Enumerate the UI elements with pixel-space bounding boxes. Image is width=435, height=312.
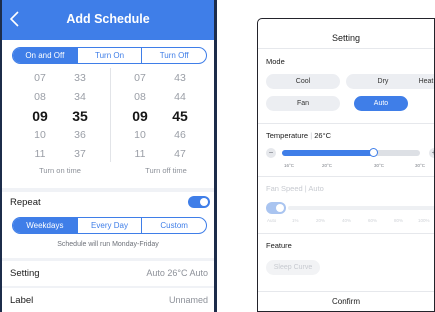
setting-row-label: Setting bbox=[10, 268, 40, 279]
divider bbox=[258, 123, 434, 124]
repeat-label: Repeat bbox=[10, 197, 41, 208]
picker-item: 47 bbox=[174, 148, 186, 160]
repeat-toggle[interactable] bbox=[188, 196, 210, 208]
picker-item: 36 bbox=[74, 129, 86, 141]
fan-speed-tick: 60% bbox=[368, 218, 378, 223]
picker-item: 08 bbox=[34, 91, 46, 103]
picker-item: 44 bbox=[174, 91, 186, 103]
fan-speed-tick: 100% bbox=[418, 218, 430, 223]
tab-turn-off[interactable]: Turn Off bbox=[141, 48, 206, 63]
temperature-slider[interactable] bbox=[282, 148, 420, 157]
picker-item: 07 bbox=[134, 72, 146, 84]
tab-every-day[interactable]: Every Day bbox=[76, 218, 142, 233]
sheet-title: Setting bbox=[331, 33, 361, 43]
confirm-button[interactable]: Confirm bbox=[258, 291, 434, 311]
turn-off-time-caption: Turn off time bbox=[145, 166, 187, 175]
schedule-mode-tabs: On and Off Turn On Turn Off bbox=[12, 47, 207, 64]
label-row-label: Label bbox=[10, 295, 34, 306]
picker-selected-item: 45 bbox=[172, 108, 188, 124]
picker-item: 10 bbox=[34, 129, 46, 141]
mode-label: Mode bbox=[266, 57, 285, 66]
fan-speed-value: Auto bbox=[308, 184, 324, 193]
picker-item: 11 bbox=[134, 148, 146, 160]
picker-item: 10 bbox=[134, 129, 146, 141]
picker-divider bbox=[110, 68, 111, 162]
label-separator: | bbox=[310, 131, 313, 140]
picker-item: 43 bbox=[174, 72, 186, 84]
setting-sheet: Setting Mode Cool Dry Heat Fan Auto Temp… bbox=[257, 18, 435, 312]
picker-selected-item: 09 bbox=[132, 108, 148, 124]
sleep-curve-button: Sleep Curve bbox=[266, 260, 320, 275]
fan-speed-tick: 40% bbox=[342, 218, 352, 223]
toggle-knob bbox=[200, 198, 208, 206]
temperature-plus-button[interactable]: + bbox=[429, 148, 434, 158]
on-minute-picker[interactable]: 33 34 35 36 37 bbox=[60, 69, 100, 164]
picker-item: 07 bbox=[34, 72, 46, 84]
temperature-tick: 20°C bbox=[322, 163, 333, 168]
picker-selected-item: 09 bbox=[32, 108, 48, 124]
tab-on-and-off[interactable]: On and Off bbox=[13, 48, 77, 63]
fan-speed-tick: 80% bbox=[394, 218, 404, 223]
temperature-label-text: Temperature bbox=[266, 131, 309, 140]
off-minute-picker[interactable]: 43 44 45 46 47 bbox=[160, 69, 200, 164]
temperature-label: Temperature | 26°C bbox=[266, 131, 331, 140]
add-schedule-screen: Add Schedule On and Off Turn On Turn Off… bbox=[0, 0, 217, 312]
fan-speed-tick: Auto bbox=[267, 218, 277, 223]
repeat-hint: Schedule will run Monday-Friday bbox=[57, 241, 159, 248]
label-row[interactable]: Label Unnamed bbox=[2, 288, 214, 312]
temperature-slider-thumb[interactable] bbox=[369, 148, 379, 157]
picker-item: 08 bbox=[134, 91, 146, 103]
divider bbox=[258, 233, 434, 234]
header-bar: Add Schedule bbox=[2, 0, 214, 40]
label-separator: | bbox=[304, 184, 307, 193]
picker-item: 33 bbox=[74, 72, 86, 84]
temperature-tick: 16°C bbox=[284, 163, 295, 168]
time-picker-card: On and Off Turn On Turn Off 07 08 09 10 … bbox=[2, 40, 214, 188]
repeat-card: Repeat Weekdays Every Day Custom Schedul… bbox=[2, 192, 214, 258]
fan-speed-label-text: Fan Speed bbox=[266, 184, 303, 193]
toggle-knob bbox=[276, 204, 284, 212]
temperature-minus-button[interactable]: − bbox=[266, 148, 276, 158]
feature-label: Feature bbox=[266, 241, 292, 250]
fan-speed-track bbox=[288, 206, 434, 210]
tab-weekdays[interactable]: Weekdays bbox=[13, 218, 77, 233]
picker-item: 37 bbox=[74, 148, 86, 160]
temperature-tick: 30°C bbox=[415, 163, 426, 168]
temperature-slider-fill bbox=[282, 150, 374, 156]
off-hour-picker[interactable]: 07 08 09 10 11 bbox=[120, 69, 160, 164]
repeat-tabs: Weekdays Every Day Custom bbox=[12, 217, 207, 234]
picker-item: 46 bbox=[174, 129, 186, 141]
mode-auto-button[interactable]: Auto bbox=[354, 96, 408, 111]
divider bbox=[258, 176, 434, 177]
fan-speed-slider-knob bbox=[266, 202, 286, 214]
label-row-value: Unnamed bbox=[168, 295, 208, 305]
picker-selected-item: 35 bbox=[72, 108, 88, 124]
fan-speed-label: Fan Speed | Auto bbox=[266, 184, 324, 193]
temperature-tick: 30°C bbox=[374, 163, 385, 168]
temperature-value: 26°C bbox=[314, 131, 332, 140]
tab-turn-on[interactable]: Turn On bbox=[76, 48, 142, 63]
on-hour-picker[interactable]: 07 08 09 10 11 bbox=[20, 69, 60, 164]
picker-item: 11 bbox=[34, 148, 46, 160]
turn-on-time-caption: Turn on time bbox=[39, 166, 81, 175]
setting-row-value: Auto 26°C Auto bbox=[146, 268, 208, 278]
tab-custom[interactable]: Custom bbox=[141, 218, 206, 233]
divider bbox=[258, 48, 434, 49]
mode-cool-button[interactable]: Cool bbox=[266, 74, 340, 89]
fan-speed-tick: 20% bbox=[316, 218, 326, 223]
mode-heat-button[interactable]: Heat bbox=[396, 74, 434, 89]
picker-item: 34 bbox=[74, 91, 86, 103]
setting-row[interactable]: Setting Auto 26°C Auto bbox=[2, 261, 214, 286]
page-title: Add Schedule bbox=[66, 12, 150, 26]
mode-fan-button[interactable]: Fan bbox=[266, 96, 340, 111]
fan-speed-tick: 1% bbox=[292, 218, 299, 223]
